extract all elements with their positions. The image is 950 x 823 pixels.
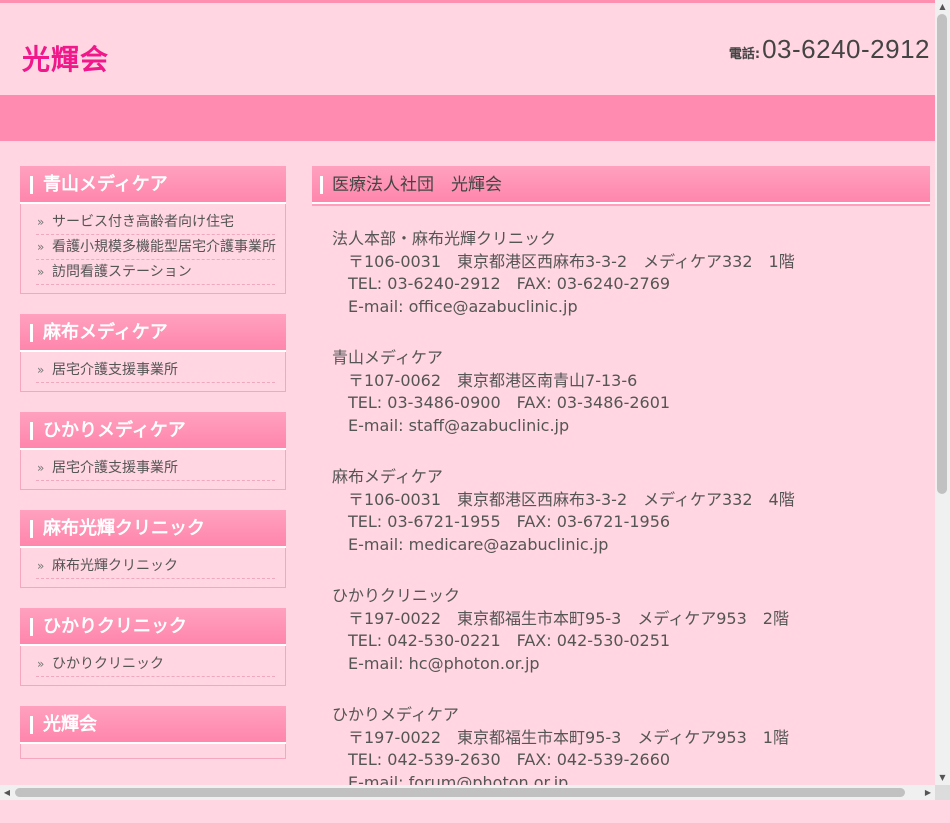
scroll-right-icon[interactable]: ▶ [921, 785, 935, 800]
facility-tel-fax: TEL: 03-6721-1955 FAX: 03-6721-1956 [348, 512, 671, 531]
scroll-down-icon[interactable]: ▼ [935, 771, 950, 785]
sidebar: 青山メディケア サービス付き高齢者向け住宅 看護小規模多機能型居宅介護事業所 訪… [20, 166, 286, 779]
sidebar-link[interactable]: サービス付き高齢者向け住宅 [36, 210, 275, 235]
horizontal-scrollbar[interactable]: ◀ ▶ [0, 785, 935, 800]
facility-email: E-mail: medicare@azabuclinic.jp [348, 534, 609, 554]
phone-contact: 電話: 03-6240-2912 [729, 34, 930, 65]
scrollbar-corner [935, 785, 950, 800]
facility-list: 法人本部・麻布光輝クリニック 〒106-0031 東京都港区西麻布3-3-2 メ… [312, 204, 930, 794]
sidebar-section-kokikai: 光輝会 [20, 706, 286, 759]
sidebar-section-azabu-clinic: 麻布光輝クリニック 麻布光輝クリニック [20, 510, 286, 588]
facility-address: 〒107-0062 東京都港区南青山7-13-6 [348, 370, 638, 390]
sidebar-section-aoyama: 青山メディケア サービス付き高齢者向け住宅 看護小規模多機能型居宅介護事業所 訪… [20, 166, 286, 294]
top-accent-line [0, 0, 935, 3]
sidebar-link[interactable]: 訪問看護ステーション [36, 260, 275, 285]
horizontal-scroll-thumb[interactable] [15, 788, 905, 797]
sidebar-link[interactable]: 看護小規模多機能型居宅介護事業所 [36, 235, 276, 260]
facility-tel-fax: TEL: 03-3486-0900 FAX: 03-3486-2601 [348, 393, 671, 412]
sidebar-section-body: 居宅介護支援事業所 [20, 450, 286, 490]
vertical-scroll-thumb[interactable] [937, 14, 947, 494]
facility-address: 〒197-0022 東京都福生市本町95-3 メディケア953 1階 [348, 727, 789, 747]
navigation-bar [0, 95, 935, 141]
sidebar-section-title[interactable]: ひかりメディケア [20, 412, 286, 450]
sidebar-link[interactable]: 居宅介護支援事業所 [36, 358, 275, 383]
facility-email: E-mail: hc@photon.or.jp [348, 653, 540, 673]
facility-entry: 麻布メディケア 〒106-0031 東京都港区西麻布3-3-2 メディケア332… [332, 466, 930, 556]
sidebar-section-title[interactable]: 麻布メディケア [20, 314, 286, 352]
sidebar-section-body: 居宅介護支援事業所 [20, 352, 286, 392]
sidebar-section-title[interactable]: 麻布光輝クリニック [20, 510, 286, 548]
facility-name: 麻布メディケア [332, 467, 443, 486]
facility-entry: 法人本部・麻布光輝クリニック 〒106-0031 東京都港区西麻布3-3-2 メ… [332, 228, 930, 318]
phone-number: 03-6240-2912 [762, 34, 930, 64]
main-content: 医療法人社団 光輝会 法人本部・麻布光輝クリニック 〒106-0031 東京都港… [312, 166, 930, 823]
sidebar-section-body: ひかりクリニック [20, 646, 286, 686]
sidebar-section-title[interactable]: 青山メディケア [20, 166, 286, 204]
facility-tel-fax: TEL: 03-6240-2912 FAX: 03-6240-2769 [348, 274, 671, 293]
sidebar-link[interactable]: 麻布光輝クリニック [36, 554, 275, 579]
sidebar-link[interactable]: 居宅介護支援事業所 [36, 456, 275, 481]
facility-tel-fax: TEL: 042-539-2630 FAX: 042-539-2660 [348, 750, 671, 769]
facility-email: E-mail: staff@azabuclinic.jp [348, 415, 570, 435]
sidebar-section-title[interactable]: 光輝会 [20, 706, 286, 744]
vertical-scrollbar[interactable]: ▲ ▼ [935, 0, 950, 785]
sidebar-section-hikari-clinic: ひかりクリニック ひかりクリニック [20, 608, 286, 686]
facility-name: 法人本部・麻布光輝クリニック [332, 229, 557, 248]
facility-entry: 青山メディケア 〒107-0062 東京都港区南青山7-13-6 TEL: 03… [332, 347, 930, 437]
sidebar-section-body: サービス付き高齢者向け住宅 看護小規模多機能型居宅介護事業所 訪問看護ステーショ… [20, 204, 286, 294]
facility-email: E-mail: office@azabuclinic.jp [348, 296, 578, 316]
phone-label: 電話: [728, 47, 761, 62]
facility-entry: ひかりクリニック 〒197-0022 東京都福生市本町95-3 メディケア953… [332, 585, 930, 675]
sidebar-section-body: 麻布光輝クリニック [20, 548, 286, 588]
site-logo[interactable]: 光輝会 [22, 38, 109, 78]
sidebar-section-hikari-medicare: ひかりメディケア 居宅介護支援事業所 [20, 412, 286, 490]
facility-tel-fax: TEL: 042-530-0221 FAX: 042-530-0251 [348, 631, 671, 650]
sidebar-section-azabu-medicare: 麻布メディケア 居宅介護支援事業所 [20, 314, 286, 392]
sidebar-section-body [20, 744, 286, 759]
scroll-left-icon[interactable]: ◀ [0, 785, 14, 800]
scroll-up-icon[interactable]: ▲ [935, 0, 950, 14]
sidebar-link[interactable]: ひかりクリニック [36, 652, 275, 677]
facility-address: 〒106-0031 東京都港区西麻布3-3-2 メディケア332 4階 [348, 489, 795, 509]
facility-name: ひかりメディケア [332, 705, 459, 724]
facility-entry: ひかりメディケア 〒197-0022 東京都福生市本町95-3 メディケア953… [332, 704, 930, 794]
page-title: 医療法人社団 光輝会 [312, 166, 930, 204]
sidebar-section-title[interactable]: ひかりクリニック [20, 608, 286, 646]
facility-name: ひかりクリニック [332, 586, 461, 605]
facility-address: 〒197-0022 東京都福生市本町95-3 メディケア953 2階 [348, 608, 789, 628]
facility-address: 〒106-0031 東京都港区西麻布3-3-2 メディケア332 1階 [348, 251, 795, 271]
facility-name: 青山メディケア [332, 348, 443, 367]
